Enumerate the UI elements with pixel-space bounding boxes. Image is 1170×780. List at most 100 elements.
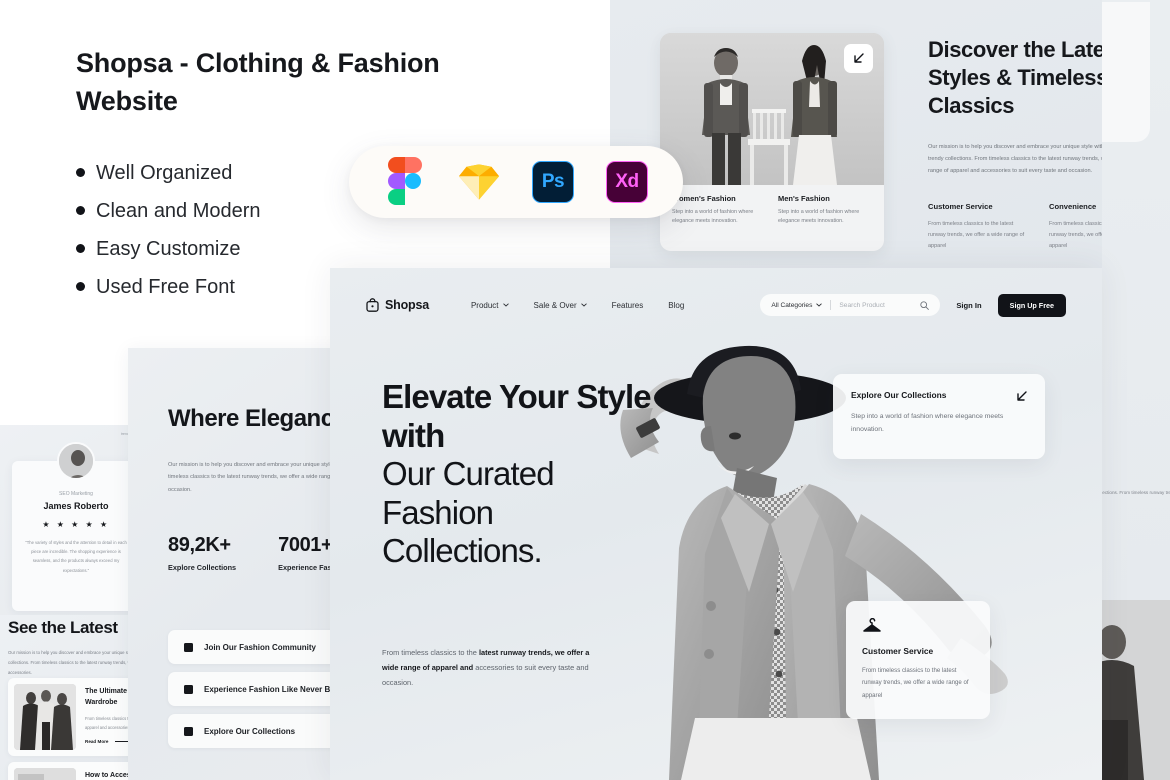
figma-icon: [384, 156, 426, 205]
stat-explore-collections: 89,2K+ Explore Collections: [168, 534, 236, 572]
hero-sub-part1: From timeless classics to the: [382, 648, 479, 657]
bullet-icon: [76, 282, 85, 292]
right-panel-rounded-block: [1102, 2, 1150, 142]
square-bullet-icon: [184, 642, 193, 652]
search-bar[interactable]: All Categories Search Product: [760, 294, 941, 316]
hero-headline-light: Our Curated Fashion Collections.: [382, 455, 555, 570]
testimonial-card: SEO Marketing James Roberto ★ ★ ★ ★ ★ "T…: [12, 442, 140, 611]
chevron-down-icon: [502, 303, 509, 307]
hero-headline: Elevate Your Style with Our Curated Fash…: [382, 378, 652, 571]
navbar: Shopsa Product Sale & Over Features Blog: [330, 290, 1102, 320]
page-title: Shopsa - Clothing & Fashion Website: [76, 48, 440, 117]
explore-collections-card[interactable]: Explore Our Collections Step into a worl…: [833, 374, 1045, 459]
caption-title: Women's Fashion: [672, 194, 736, 203]
nav-item-sale-over[interactable]: Sale & Over: [534, 301, 587, 310]
column-text: From timeless classics to the latest run…: [928, 220, 1025, 249]
xd-icon: Xd: [606, 161, 648, 203]
hero-headline-bold: Elevate Your Style with: [382, 378, 652, 454]
testimonial-name: James Roberto: [43, 501, 109, 511]
screenshot-canvas: Shopsa - Clothing & Fashion Website Well…: [0, 0, 1170, 780]
discover-panel: Women's Fashion Step into a world of fas…: [610, 0, 1170, 268]
testimonial-role: SEO Marketing: [59, 491, 93, 497]
divider: [830, 300, 832, 310]
card-text: Step into a world of fashion where elega…: [851, 413, 1004, 433]
feature-label: Used Free Font: [96, 275, 235, 298]
bullet-icon: [76, 244, 85, 254]
blog-lead: Our mission is to help you discover and …: [8, 650, 142, 675]
caption-text: Step into a world of fashion where elega…: [778, 209, 860, 225]
caption-title: Men's Fashion: [778, 194, 830, 203]
hero-copy: Elevate Your Style with Our Curated Fash…: [382, 378, 652, 571]
bullet-icon: [76, 206, 85, 216]
hanger-icon-wrap: [862, 618, 974, 635]
nav-links: Product Sale & Over Features Blog: [471, 301, 684, 310]
feature-label: Easy Customize: [96, 237, 241, 260]
navbar-right: All Categories Search Product Sign In Si…: [760, 293, 1066, 317]
category-dropdown[interactable]: All Categories: [771, 302, 823, 309]
row-label: Explore Our Collections: [204, 726, 296, 736]
feature-label: Well Organized: [96, 161, 233, 184]
testimonial-quote: "The variety of styles and the attention…: [25, 540, 127, 573]
fashion-category-card[interactable]: Women's Fashion Step into a world of fas…: [660, 33, 884, 251]
arrow-down-left-icon: [854, 53, 864, 63]
blog-thumbnail: [14, 684, 76, 750]
xd-label: Xd: [615, 171, 639, 192]
arrow-down-left-button[interactable]: [844, 44, 873, 73]
row-label: Join Our Fashion Community: [204, 642, 317, 652]
nav-label: Features: [611, 300, 644, 310]
caption-mens: Men's Fashion Step into a world of fashi…: [778, 194, 872, 251]
read-more-label: Read More: [85, 739, 109, 744]
hero-subtext: From timeless classics to the latest run…: [382, 646, 592, 690]
search-input[interactable]: Search Product: [839, 302, 912, 309]
caption-text: Step into a world of fashion where elega…: [672, 209, 754, 225]
arrow-down-left-button[interactable]: [1015, 390, 1028, 403]
search-icon: [920, 300, 930, 310]
blog-post-card[interactable]: How to Accessorize Like a Pro Tips and T…: [8, 762, 142, 780]
brand-name: Shopsa: [385, 298, 429, 312]
blog-post-card[interactable]: The Ultimate Guide to Building a Capsule…: [8, 678, 142, 756]
shopping-bag-icon: [366, 298, 379, 312]
bullet-icon: [76, 168, 85, 178]
nav-item-features[interactable]: Features: [612, 301, 644, 310]
right-panel-photo: [1102, 600, 1170, 780]
chevron-down-icon: [580, 303, 587, 307]
caption-womens: Women's Fashion Step into a world of fas…: [672, 194, 766, 251]
card-captions: Women's Fashion Step into a world of fas…: [660, 185, 884, 251]
square-bullet-icon: [184, 684, 193, 694]
column-title: Customer Service: [928, 201, 993, 211]
nav-item-blog[interactable]: Blog: [668, 301, 684, 310]
rating-stars: ★ ★ ★ ★ ★: [42, 520, 110, 529]
square-bullet-icon: [184, 726, 193, 736]
hero-panel: Shopsa Product Sale & Over Features Blog: [330, 268, 1102, 780]
nav-label: Product: [470, 300, 499, 310]
blog-thumbnail: [14, 768, 76, 780]
card-text: From timeless classics to the latest run…: [862, 667, 969, 699]
nav-label: Blog: [668, 300, 685, 310]
sketch-icon: [458, 161, 500, 203]
chevron-down-icon: [816, 303, 823, 307]
row-label: Experience Fashion Like Never Before: [204, 684, 350, 694]
testimonial-panel: trends, s SEO Marketing James Roberto ★ …: [0, 425, 142, 615]
nav-label: Sale & Over: [533, 300, 577, 310]
brand-logo[interactable]: Shopsa: [366, 298, 429, 312]
card-title: Customer Service: [862, 646, 934, 656]
avatar: [57, 442, 95, 480]
customer-service-card[interactable]: Customer Service From timeless classics …: [846, 601, 990, 719]
app-badge-pill: Ps Xd: [349, 146, 683, 218]
column-customer-service: Customer Service From timeless classics …: [928, 202, 1025, 252]
photoshop-label: Ps: [541, 171, 565, 192]
right-panel-text: and embrace your unique collections. Fro…: [1102, 490, 1170, 495]
nav-item-product[interactable]: Product: [471, 301, 509, 310]
right-edge-panel: Fashion and embrace your unique collecti…: [1102, 0, 1170, 780]
blog-heading: See the Latest: [8, 618, 118, 637]
arrow-down-left-icon: [1017, 391, 1027, 401]
stat-label: Explore Collections: [168, 562, 237, 572]
sign-up-free-button[interactable]: Sign Up Free: [997, 293, 1066, 317]
sign-in-link[interactable]: Sign In: [956, 301, 981, 310]
card-title: Explore Our Collections: [851, 390, 947, 400]
photoshop-icon: Ps: [532, 161, 574, 203]
clothes-hanger-icon: [863, 618, 881, 632]
stat-value: 89,2K+: [168, 533, 231, 556]
blog-panel: See the Latest Our mission is to help yo…: [0, 600, 142, 780]
feature-label: Clean and Modern: [96, 199, 261, 222]
